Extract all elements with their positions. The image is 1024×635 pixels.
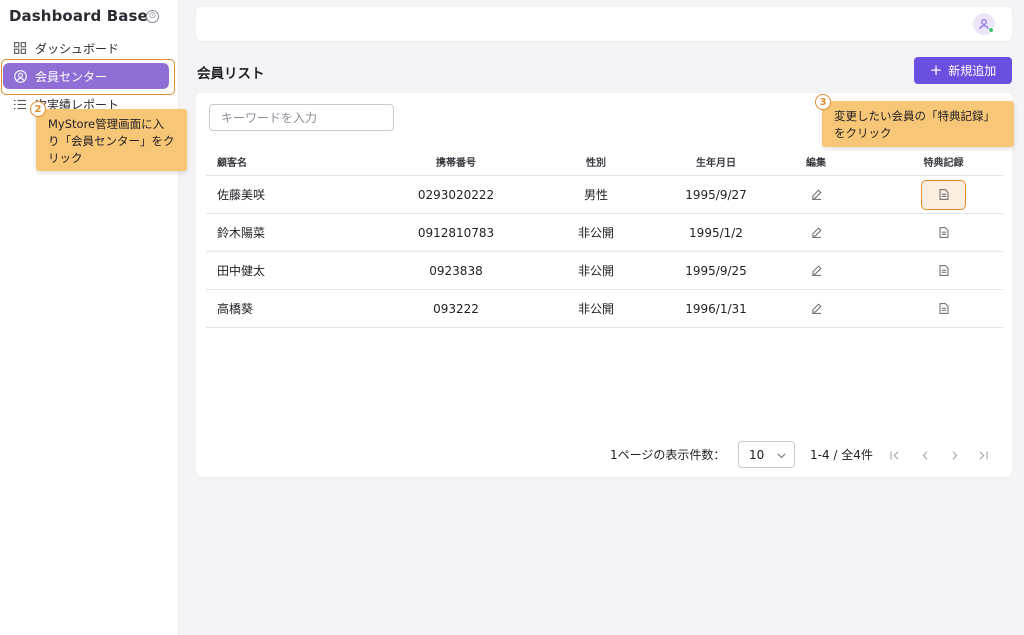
page-range: 1-4 / 全4件 [810,448,873,462]
col-gender: 性別 [586,158,606,169]
edit-icon[interactable] [786,252,846,289]
col-perks: 特典記録 [923,158,964,169]
edit-icon[interactable] [786,214,846,251]
cell-birthday: 1995/9/27 [685,187,747,202]
cell-phone: 0912810783 [417,225,495,240]
cell-name: 田中健太 [217,264,266,278]
step2-callout: MyStore管理画面に入り「会員センター」をクリック [36,109,187,171]
step3-callout: 変更したい会員の「特典記録」をクリック [822,101,1014,147]
online-status-dot [988,27,994,33]
page-title: 会員リスト [197,66,265,82]
member-table: 顧客名 携帯番号 性別 生年月日 編集 特典記録 佐藤美咲 0293020222… [206,148,1003,328]
cell-birthday: 1995/1/2 [689,225,743,240]
cell-birthday: 1996/1/31 [685,301,747,316]
step2-highlight [1,59,175,95]
next-page-icon[interactable] [947,448,961,462]
perk-record-icon[interactable] [921,179,966,210]
user-icon[interactable] [973,13,995,35]
table-row: 鈴木陽菜 0912810783 非公開 1995/1/2 [206,214,1003,252]
member-list-card: 顧客名 携帯番号 性別 生年月日 編集 特典記録 佐藤美咲 0293020222… [196,93,1012,477]
prev-page-icon[interactable] [918,448,932,462]
step2-badge: 2 [30,101,46,117]
edit-icon[interactable] [786,176,846,213]
add-member-button[interactable]: + 新規追加 [914,57,1012,84]
cell-gender: 非公開 [577,264,614,278]
cell-name: 佐藤美咲 [217,188,266,202]
table-header: 顧客名 携帯番号 性別 生年月日 編集 特典記録 [206,148,1003,176]
add-member-label: 新規追加 [948,64,997,78]
chevron-down-icon [777,448,786,462]
col-birthday: 生年月日 [696,158,736,169]
table-row: 田中健太 0923838 非公開 1995/9/25 [206,252,1003,290]
plus-icon: + [929,61,943,79]
per-page-select[interactable]: 10 [738,441,795,468]
cell-phone: 0293020222 [417,187,495,202]
perk-record-icon[interactable] [906,252,981,289]
perk-record-icon[interactable] [906,214,981,251]
last-page-icon[interactable] [976,448,990,462]
sidebar: Dashboard Base ⊙ ダッシュボード 会員センター 次実績レポート [0,0,179,635]
top-bar [196,7,1012,41]
per-page-value: 10 [749,447,765,462]
brand-title: Dashboard Base [9,7,148,25]
col-edit: 編集 [806,158,826,169]
cell-gender: 非公開 [577,302,614,316]
table-row: 高橋葵 093222 非公開 1996/1/31 [206,290,1003,328]
cell-birthday: 1995/9/25 [685,263,747,278]
sidebar-item-dashboard[interactable]: ダッシュボード [3,35,169,61]
list-icon [13,97,27,111]
col-phone: 携帯番号 [436,158,476,169]
collapse-sidebar-icon[interactable]: ⊙ [146,10,159,23]
search-input[interactable] [209,104,394,131]
grid-icon [13,41,27,55]
per-page-label: 1ページの表示件数： [610,448,726,462]
edit-icon[interactable] [786,290,846,327]
first-page-icon[interactable] [888,448,902,462]
cell-name: 鈴木陽菜 [217,226,266,240]
step3-badge: 3 [815,94,831,110]
cell-name: 高橋葵 [217,302,254,316]
cell-gender: 男性 [583,188,608,202]
sidebar-item-label: ダッシュボード [35,41,120,56]
col-name: 顧客名 [217,158,247,169]
cell-phone: 093222 [433,301,479,316]
perk-record-icon[interactable] [906,290,981,327]
cell-gender: 非公開 [577,226,614,240]
cell-phone: 0923838 [429,263,483,278]
table-row: 佐藤美咲 0293020222 男性 1995/9/27 [206,176,1003,214]
